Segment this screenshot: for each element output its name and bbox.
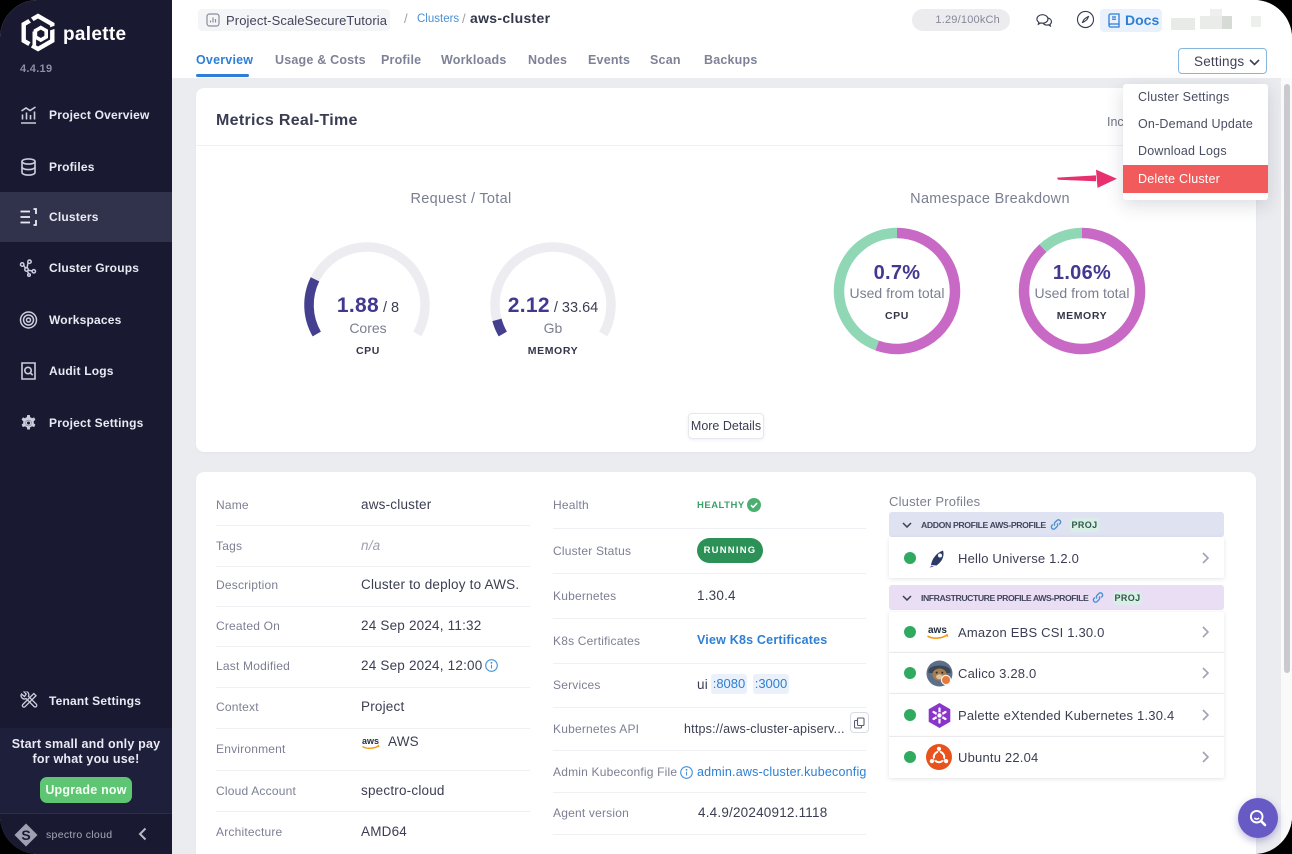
svg-text:aws: aws [928,625,947,636]
svg-text:S: S [21,827,30,843]
svg-text:aws: aws [362,736,379,746]
